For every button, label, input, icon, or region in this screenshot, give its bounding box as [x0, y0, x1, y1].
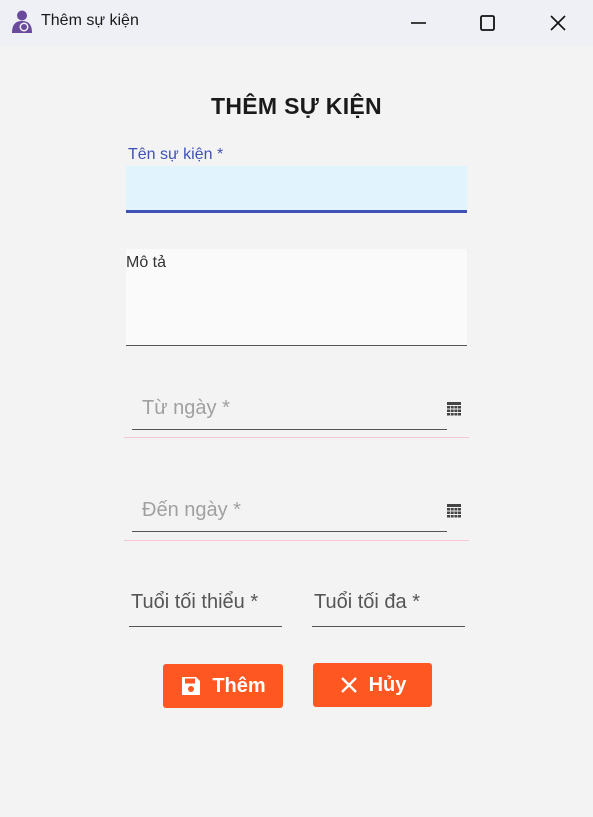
description-textarea[interactable]: [126, 249, 467, 346]
close-icon: [550, 15, 566, 31]
min-age-placeholder: Tuổi tối thiểu *: [131, 591, 259, 613]
max-age-input[interactable]: [312, 626, 465, 627]
mother-child-icon: [10, 9, 36, 35]
cancel-button-label: Hủy: [368, 673, 407, 696]
maximize-icon: [480, 15, 495, 31]
calendar-icon[interactable]: [447, 401, 461, 416]
min-age-input[interactable]: [129, 626, 282, 627]
event-name-label: Tên sự kiện *: [128, 146, 224, 163]
save-icon: [182, 677, 201, 695]
title-bar: Thêm sự kiện: [0, 0, 593, 46]
to-date-placeholder: Đến ngày *: [142, 499, 241, 521]
maximize-button[interactable]: [472, 8, 502, 38]
add-button[interactable]: Thêm: [163, 664, 283, 708]
minimize-icon: [411, 22, 426, 24]
max-age-placeholder: Tuổi tối đa *: [314, 591, 420, 613]
to-date-validation-line: [124, 540, 469, 541]
form-heading: THÊM SỰ KIỆN: [211, 93, 382, 119]
from-date-placeholder: Từ ngày *: [142, 397, 230, 419]
minimize-button[interactable]: [403, 8, 433, 38]
to-date-input[interactable]: [132, 531, 447, 532]
cancel-button[interactable]: Hủy: [313, 663, 432, 707]
event-name-input[interactable]: [126, 166, 467, 213]
close-icon: [340, 677, 357, 693]
description-label: Mô tả: [126, 254, 167, 271]
from-date-validation-line: [124, 437, 469, 438]
calendar-icon[interactable]: [447, 503, 461, 518]
from-date-input[interactable]: [132, 429, 447, 430]
window-title: Thêm sự kiện: [41, 12, 139, 29]
add-button-label: Thêm: [212, 674, 266, 697]
close-window-button[interactable]: [543, 8, 573, 38]
